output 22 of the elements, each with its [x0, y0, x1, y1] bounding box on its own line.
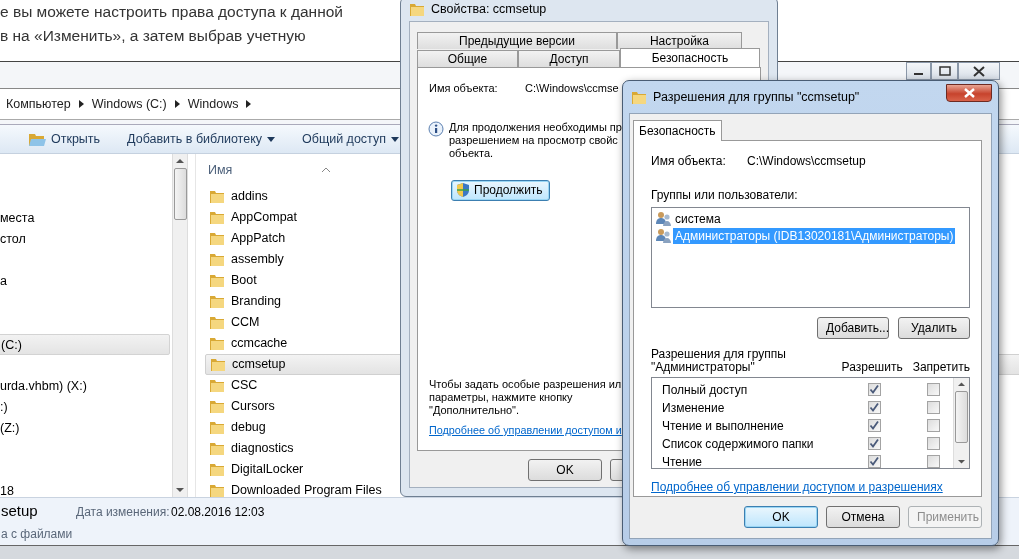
permission-name: Список содержимого папки: [662, 435, 815, 453]
column-header: Разрешить: [841, 360, 903, 374]
item-name: setup: [1, 501, 39, 522]
object-label: Имя объекта:: [651, 153, 727, 170]
date-label: Дата изменения:: [76, 503, 171, 521]
item-type: а с файлами: [1, 525, 74, 543]
permission-name: Полный доступ: [662, 381, 749, 399]
permission-name: Изменение: [662, 399, 726, 417]
article-text: е вы можете настроить права доступа к данной в на «Изменить», а затем выбрав учетную: [0, 2, 344, 46]
footer-text: Чтобы задать особые разрешения ил параметры, нажмите кнопку "Дополнительно".: [429, 377, 622, 417]
info-text: Для продолжения необходимы пр разрешением на просмотр свойс объекта.: [449, 120, 622, 160]
object-label: Имя объекта:: [429, 81, 499, 96]
groups-label: Группы или пользователи:: [651, 187, 799, 204]
column-header: Запретить: [912, 360, 970, 374]
permission-name: Чтение и выполнение: [662, 417, 785, 435]
date-value: 02.08.2016 12:03: [171, 503, 265, 521]
permissions-label: Разрешения для группы "Администраторы": [651, 347, 787, 374]
object-path: C:\Windows\ccmsetup: [747, 153, 866, 170]
object-path: C:\Windows\ccmse: [525, 81, 619, 96]
permission-name: Чтение: [662, 453, 704, 468]
window-title: Свойства: ccmsetup: [431, 1, 547, 19]
window-title: Разрешения для группы "ccmsetup": [653, 88, 860, 106]
